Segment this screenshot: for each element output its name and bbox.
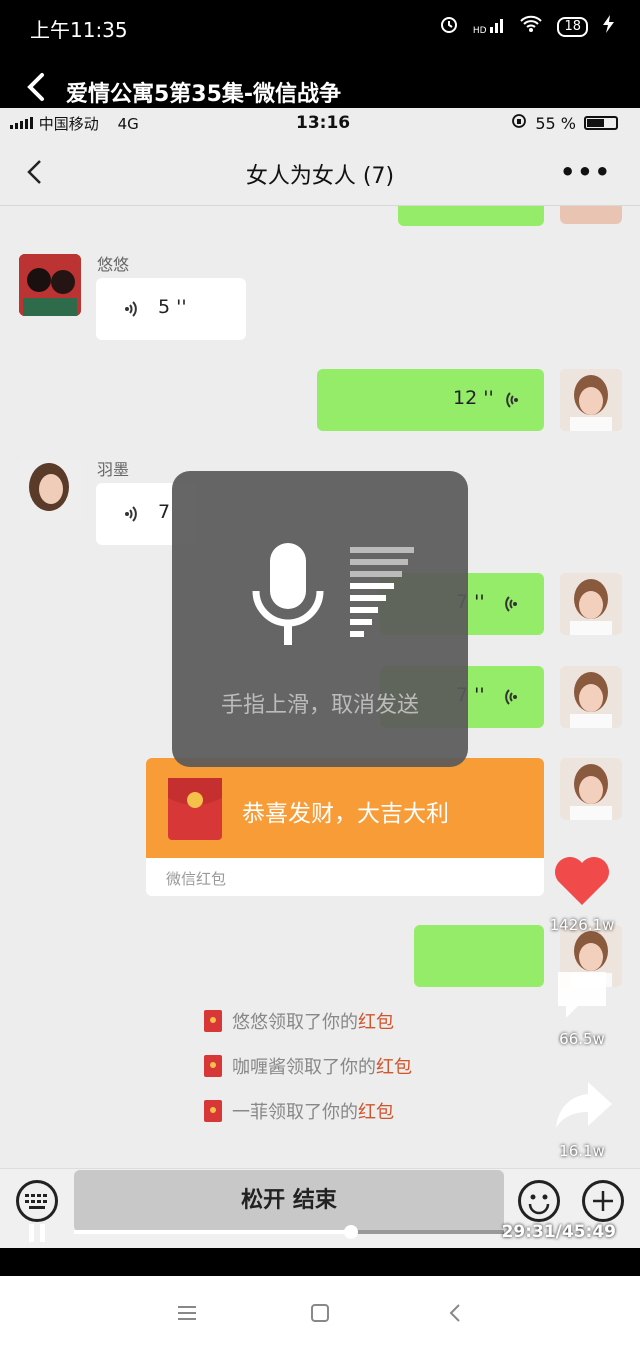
sender-name: 悠悠 <box>97 255 130 274</box>
avatar-me-partial[interactable] <box>560 206 622 224</box>
more-icon[interactable]: ••• <box>560 158 612 186</box>
red-packet-icon <box>204 1100 222 1122</box>
home-icon[interactable] <box>309 1302 331 1328</box>
wifi-icon <box>519 15 543 38</box>
comment-icon[interactable] <box>554 968 610 1024</box>
outer-clock: 上午11:35 <box>30 18 128 42</box>
emoji-icon[interactable] <box>518 1180 560 1222</box>
likes-count: 1426.1w <box>549 916 615 934</box>
hold-to-talk-button[interactable]: 松开 结束 <box>74 1170 504 1232</box>
system-text: 一菲领取了你的 <box>232 1102 358 1123</box>
heart-icon[interactable] <box>552 853 612 911</box>
charging-icon <box>602 15 616 38</box>
message-bubble-partial[interactable] <box>398 206 544 226</box>
message-bubble-me[interactable] <box>414 925 544 987</box>
battery-icon <box>584 116 618 130</box>
red-packet-icon <box>204 1010 222 1032</box>
pause-icon[interactable] <box>26 1222 48 1244</box>
system-text: 悠悠领取了你的 <box>232 1012 358 1033</box>
network-label: HD <box>472 26 487 36</box>
carrier-name: 中国移动 <box>38 115 99 133</box>
red-packet-greeting: 恭喜发财，大吉大利 <box>242 801 449 827</box>
recording-hint: 手指上滑，取消发送 <box>220 693 419 718</box>
avatar-youyou[interactable] <box>19 254 81 316</box>
red-packet-message[interactable]: 恭喜发财，大吉大利 微信红包 <box>146 758 544 896</box>
system-highlight[interactable]: 红包 <box>376 1057 412 1078</box>
keyboard-icon[interactable] <box>16 1180 58 1222</box>
rotation-lock-icon <box>511 113 527 133</box>
volume-level-icon <box>350 547 420 647</box>
avatar-me[interactable] <box>560 758 622 820</box>
sender-name: 羽墨 <box>97 460 130 479</box>
voice-wave-icon <box>502 593 518 619</box>
voice-wave-icon <box>502 686 518 712</box>
voice-duration: 7 <box>158 501 171 523</box>
plus-icon[interactable] <box>582 1180 624 1222</box>
inner-clock: 13:16 <box>296 113 351 133</box>
voice-recording-overlay: 手指上滑，取消发送 <box>172 471 468 767</box>
red-packet-icon <box>204 1055 222 1077</box>
back-icon[interactable] <box>444 1302 466 1328</box>
signal-icon: HD <box>473 17 506 36</box>
voice-message[interactable]: 5 '' <box>96 278 246 340</box>
inner-status-right: 55 % <box>511 113 618 133</box>
video-progress-fill <box>74 1230 351 1234</box>
system-message: 咖喱酱领取了你的红包 <box>204 1053 412 1079</box>
comments-count: 66.5w <box>559 1030 605 1048</box>
voice-message-me[interactable]: 12 '' <box>317 369 544 431</box>
video-title: 爱情公寓5第35集-微信战争 <box>66 82 342 107</box>
red-packet-icon <box>168 778 222 840</box>
video-timecode: 29:31/45:49 <box>501 1222 616 1242</box>
system-highlight[interactable]: 红包 <box>358 1012 394 1033</box>
network-type: 4G <box>117 115 139 133</box>
red-packet-footer: 微信红包 <box>166 870 227 888</box>
avatar-me[interactable] <box>560 369 622 431</box>
avatar-me[interactable] <box>560 573 622 635</box>
share-icon[interactable] <box>554 1078 614 1136</box>
chat-title: 女人为女人 (7) <box>245 164 395 189</box>
video-bottom-strip <box>0 1248 640 1276</box>
avatar-me[interactable] <box>560 666 622 728</box>
outer-battery: 18 <box>557 16 588 37</box>
inner-carrier: 中国移动 4G <box>10 113 139 134</box>
system-nav-bar <box>0 1276 640 1351</box>
voice-wave-icon <box>124 503 140 529</box>
menu-icon[interactable] <box>176 1302 198 1328</box>
voice-duration: 5 '' <box>158 296 187 318</box>
inner-status-bar: 中国移动 4G 13:16 55 % <box>0 108 640 138</box>
video-progress-handle[interactable] <box>343 1225 358 1239</box>
system-highlight[interactable]: 红包 <box>358 1102 394 1123</box>
inner-battery-text: 55 % <box>535 113 576 133</box>
system-message: 一菲领取了你的红包 <box>204 1098 394 1124</box>
voice-duration: 12 '' <box>453 387 494 409</box>
wechat-screen: 中国移动 4G 13:16 55 % 女人为女人 (7) ••• 悠悠 5 ''… <box>0 108 640 1248</box>
system-message: 悠悠领取了你的红包 <box>204 1008 394 1034</box>
system-text: 咖喱酱领取了你的 <box>232 1057 376 1078</box>
voice-wave-icon <box>124 298 140 324</box>
video-back-icon[interactable] <box>22 72 52 102</box>
voice-wave-icon <box>503 389 519 415</box>
alarm-icon <box>439 14 459 39</box>
microphone-icon <box>250 541 330 655</box>
shares-count: 16.1w <box>559 1142 605 1160</box>
avatar-yumo[interactable] <box>19 459 81 521</box>
outer-status-icons: HD 18 <box>439 14 616 39</box>
